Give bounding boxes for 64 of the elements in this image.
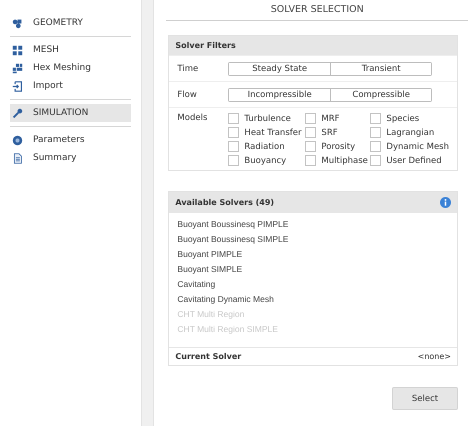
page-title: SOLVER SELECTION — [166, 0, 468, 21]
checkbox-label: Radiation — [244, 142, 285, 152]
info-icon[interactable] — [440, 197, 451, 208]
filter-label: Time — [177, 64, 200, 74]
import-icon — [12, 80, 23, 92]
solver-item[interactable]: Buoyant SIMPLE — [177, 262, 449, 277]
circle-icon — [12, 134, 23, 146]
checkbox[interactable] — [228, 155, 240, 166]
checkbox-label: Dynamic Mesh — [386, 142, 449, 152]
sidebar-item[interactable]: Hex Meshing — [10, 59, 132, 77]
sidebar-item[interactable]: Parameters — [10, 131, 132, 149]
filter-label: Flow — [177, 90, 198, 100]
checkbox[interactable] — [370, 113, 382, 124]
wrench-icon — [12, 108, 23, 118]
sidebar-item[interactable]: Summary — [10, 149, 132, 167]
checkbox[interactable] — [370, 141, 382, 152]
sidebar-item-label: Parameters — [33, 135, 85, 145]
checkbox[interactable] — [305, 155, 316, 166]
splitter-bar[interactable] — [141, 0, 154, 426]
checkbox[interactable] — [228, 113, 240, 124]
checkbox-label: Buoyancy — [244, 156, 286, 166]
checkbox-label: Porosity — [321, 142, 356, 152]
checkbox-label: Species — [386, 114, 420, 124]
checkbox[interactable] — [228, 127, 240, 138]
sidebar-item-label: MESH — [33, 45, 59, 55]
sidebar-item-label: GEOMETRY — [33, 18, 83, 28]
checkbox-label: Multiphase — [321, 156, 368, 166]
checkbox[interactable] — [370, 127, 382, 138]
sidebar-item-label: Hex Meshing — [33, 63, 91, 73]
checkbox-label: User Defined — [386, 156, 442, 166]
checkbox[interactable] — [305, 113, 316, 124]
solver-item[interactable]: Buoyant Boussinesq PIMPLE — [177, 217, 449, 232]
checkbox-label: MRF — [321, 114, 340, 124]
checkbox-label: SRF — [321, 128, 338, 138]
select-button[interactable]: Select — [392, 387, 458, 410]
checkbox-label: Lagrangian — [386, 128, 434, 138]
solver-item[interactable]: Buoyant Boussinesq SIMPLE — [177, 232, 449, 247]
solver-item[interactable]: Cavitating Dynamic Mesh — [177, 292, 449, 307]
checkbox-label: Turbulence — [244, 114, 291, 124]
document-icon — [12, 152, 23, 164]
sidebar-item-label: SIMULATION — [33, 108, 88, 118]
checkbox[interactable] — [370, 155, 382, 166]
panel-title: Available Solvers (49) — [175, 198, 274, 207]
solver-item[interactable]: Cavitating — [177, 277, 449, 292]
toggle-option[interactable]: Compressible — [330, 88, 432, 100]
sidebar-item[interactable]: MESH — [10, 41, 132, 59]
current-solver-value: <none> — [418, 352, 451, 361]
sidebar-item[interactable]: GEOMETRY — [10, 14, 132, 32]
checkbox[interactable] — [228, 141, 240, 152]
current-solver-label: Current Solver — [175, 352, 242, 361]
filter-label: Models — [177, 113, 208, 125]
solver-item[interactable]: Buoyant PIMPLE — [177, 247, 449, 262]
checkbox[interactable] — [305, 127, 316, 138]
sidebar-item[interactable]: Import — [10, 77, 132, 95]
sidebar-item[interactable]: SIMULATION — [10, 104, 132, 122]
toggle-option[interactable]: Transient — [330, 62, 432, 74]
grid-icon — [12, 44, 23, 56]
panel-title: Solver Filters — [169, 36, 457, 55]
checkbox-label: Heat Transfer — [244, 128, 302, 138]
sidebar-item-label: Summary — [33, 153, 76, 163]
shapes-icon — [12, 18, 23, 28]
blocks-icon — [12, 62, 23, 74]
checkbox[interactable] — [305, 141, 316, 152]
sidebar-item-label: Import — [33, 81, 63, 91]
